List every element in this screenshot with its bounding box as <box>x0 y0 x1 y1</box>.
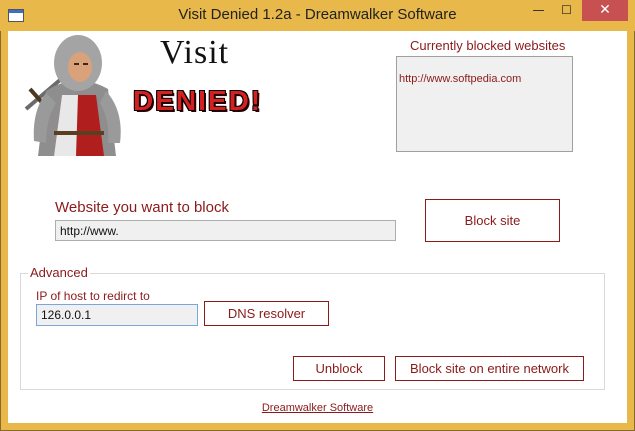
maximize-button[interactable]: ☐ <box>553 0 580 21</box>
redirect-ip-label: IP of host to redirct to <box>36 289 150 303</box>
advanced-legend: Advanced <box>28 265 90 280</box>
dreamwalker-link[interactable]: Dreamwalker Software <box>8 402 627 414</box>
minimize-button[interactable]: — <box>525 0 552 21</box>
website-label: Website you want to block <box>55 199 229 216</box>
logo-visit-text: Visit <box>160 34 230 71</box>
unblock-button[interactable]: Unblock <box>293 356 385 381</box>
client-area: Visit DENIED! Currently blocked websites… <box>8 31 627 423</box>
title-bar[interactable]: Visit Denied 1.2a - Dreamwalker Software… <box>0 0 635 31</box>
block-network-button[interactable]: Block site on entire network <box>395 356 584 381</box>
knight-logo-image <box>24 35 121 156</box>
redirect-ip-input[interactable] <box>36 304 198 326</box>
blocked-sites-list[interactable]: http://www.softpedia.com <box>396 56 573 152</box>
website-input[interactable] <box>55 220 396 241</box>
logo-denied-text: DENIED! <box>133 85 263 116</box>
list-item[interactable]: http://www.softpedia.com <box>399 73 572 85</box>
dns-resolver-button[interactable]: DNS resolver <box>204 301 329 326</box>
blocked-sites-label: Currently blocked websites <box>410 38 566 53</box>
block-site-button[interactable]: Block site <box>425 199 560 242</box>
close-button[interactable]: ✕ <box>582 0 628 21</box>
